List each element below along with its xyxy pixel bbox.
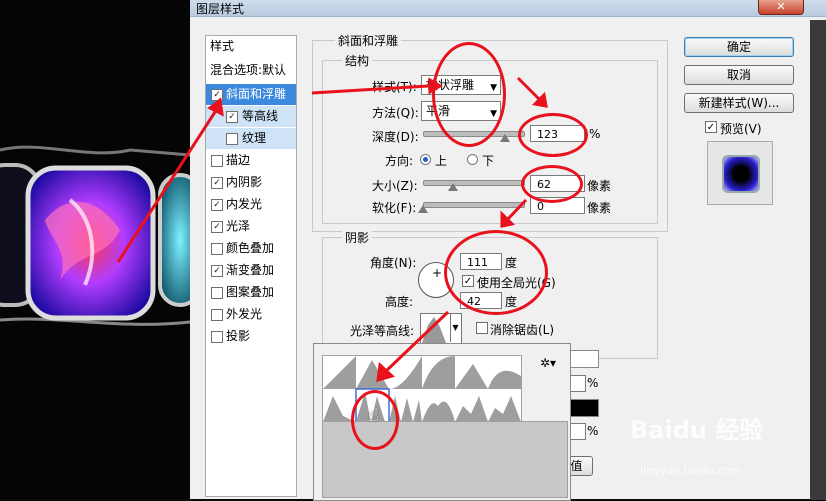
arrow-to-depth bbox=[516, 76, 542, 102]
arrow-to-shading bbox=[505, 198, 528, 222]
arrow-to-style bbox=[311, 84, 429, 95]
arrow-to-contour bbox=[383, 310, 450, 374]
baidu-watermark-url: jingyan.baidu.com bbox=[640, 464, 742, 477]
baidu-watermark: Baidu 经验 bbox=[630, 416, 764, 444]
arrow-from-artwork bbox=[116, 111, 217, 263]
